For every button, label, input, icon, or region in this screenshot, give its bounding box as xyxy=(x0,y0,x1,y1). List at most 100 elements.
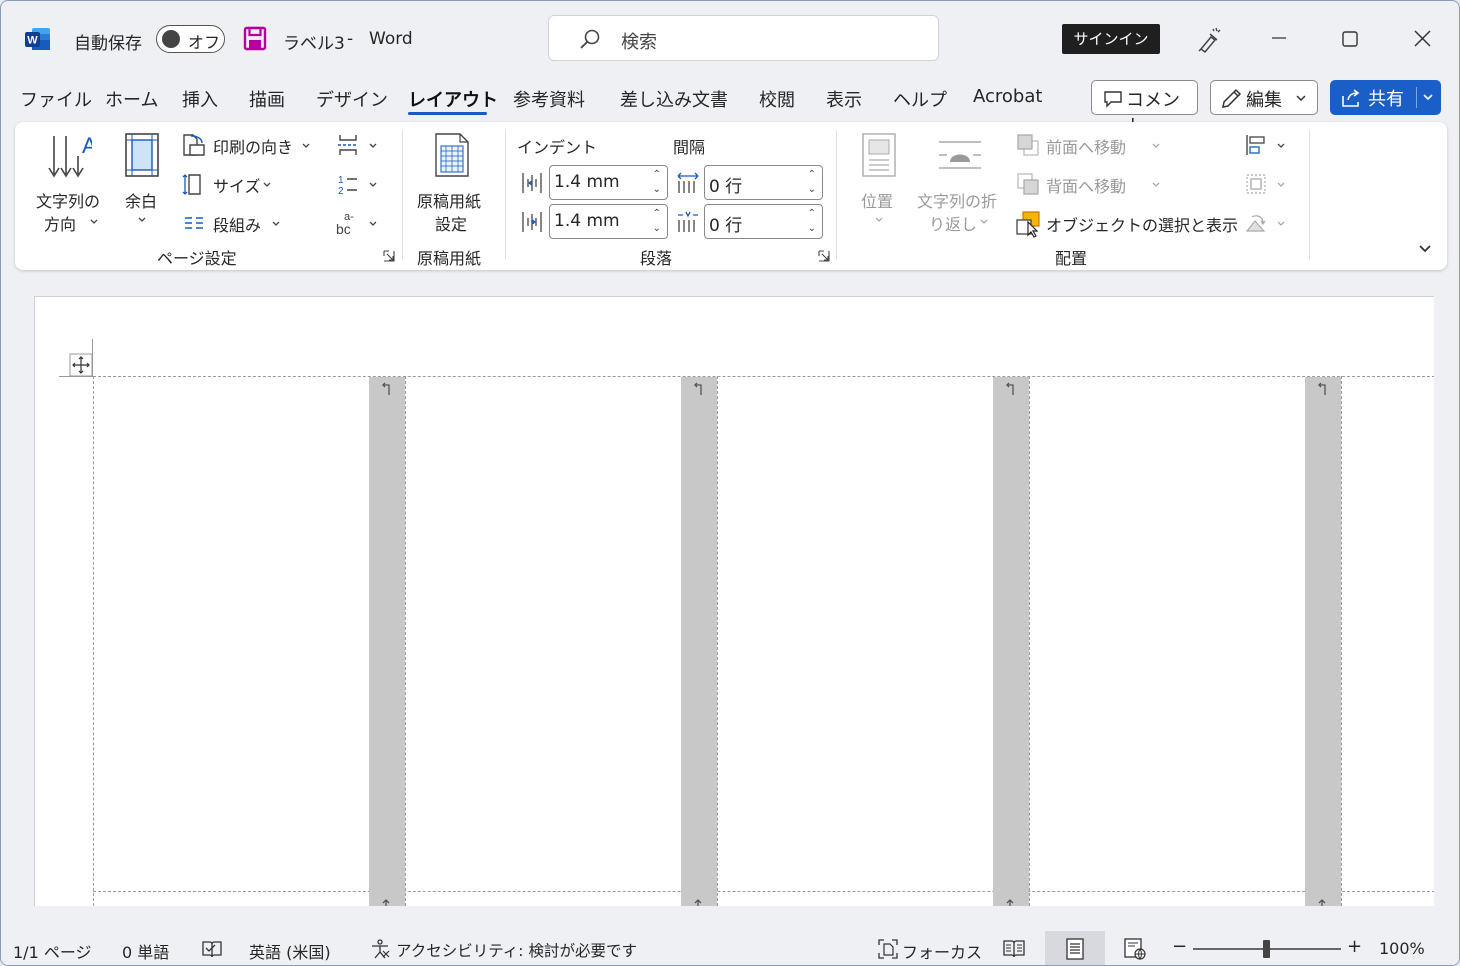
signin-button[interactable]: サインイン xyxy=(1062,24,1160,54)
wrap-text-button: 文字列の折 り返し xyxy=(915,128,1007,234)
size-button[interactable]: サイズ xyxy=(181,171,277,197)
genko-settings-button[interactable]: 原稿用紙 設定 xyxy=(413,128,493,234)
line-numbers-button[interactable]: 1 2 xyxy=(333,169,383,199)
table-move-handle-icon[interactable] xyxy=(69,353,93,377)
page-setup-dialog-launcher-icon[interactable] xyxy=(383,250,395,262)
zoom-out-button[interactable]: − xyxy=(1172,936,1187,957)
autosave-toggle[interactable]: オフ xyxy=(156,25,225,53)
chevron-down-icon xyxy=(272,221,280,226)
indent-right-input[interactable]: 1.4 mm ⌃ ⌄ xyxy=(549,204,668,239)
tab-layout[interactable]: レイアウト xyxy=(408,86,498,112)
title-bar: W 自動保存 オフ ラベル3 - Word 検索 サインイン xyxy=(1,1,1459,77)
group-separator xyxy=(505,130,506,260)
search-box[interactable]: 検索 xyxy=(548,15,939,61)
manuscript-paper-icon xyxy=(435,133,469,177)
tab-help[interactable]: ヘルプ xyxy=(893,86,947,112)
svg-text:A: A xyxy=(82,133,92,158)
zoom-slider-thumb[interactable] xyxy=(1263,940,1270,958)
chevron-down-icon xyxy=(263,182,271,187)
spacing-before-spinner-icon[interactable]: ⌃ ⌄ xyxy=(808,167,816,197)
table-gridline-left xyxy=(93,376,94,906)
tab-acrobat[interactable]: Acrobat xyxy=(973,86,1042,107)
proofing-book-icon[interactable] xyxy=(201,939,223,959)
maximize-icon[interactable] xyxy=(1341,30,1359,48)
spacing-before-input[interactable]: 0 行 ⌃ ⌄ xyxy=(704,165,823,200)
indent-label: インデント xyxy=(517,138,598,157)
comment-button[interactable]: コメント xyxy=(1091,80,1198,137)
bring-forward-label: 前面へ移動 xyxy=(1046,138,1127,157)
save-icon[interactable] xyxy=(243,26,267,51)
tab-view[interactable]: 表示 xyxy=(826,86,862,112)
page-count[interactable]: 1/1 ページ xyxy=(13,939,92,963)
spacing-after-spinner-icon[interactable]: ⌃ ⌄ xyxy=(808,206,816,236)
chevron-down-icon xyxy=(302,143,310,148)
read-mode-icon[interactable] xyxy=(1002,938,1026,960)
word-count[interactable]: 0 単語 xyxy=(122,939,169,963)
focus-button[interactable]: フォーカス xyxy=(902,939,982,963)
spacing-after-input[interactable]: 0 行 ⌃ ⌄ xyxy=(704,204,823,239)
accessibility-status[interactable]: アクセシビリティ: 検討が必要です xyxy=(396,939,637,961)
margins-button[interactable]: 余白 xyxy=(119,128,165,232)
tab-references[interactable]: 参考資料 xyxy=(513,86,585,112)
tab-home[interactable]: ホーム xyxy=(105,86,158,112)
text-direction-label-2: 方向 xyxy=(44,215,77,234)
chevron-down-icon xyxy=(1277,182,1285,187)
share-chevron-down-icon[interactable] xyxy=(1422,93,1434,102)
zoom-level[interactable]: 100% xyxy=(1379,939,1425,958)
group-separator xyxy=(402,130,403,260)
text-direction-button[interactable]: A 文字列の 方向 xyxy=(33,128,107,234)
focus-icon xyxy=(878,939,898,959)
share-split-divider xyxy=(1416,87,1417,108)
breaks-button[interactable] xyxy=(333,130,383,160)
align-button[interactable] xyxy=(1241,130,1291,160)
columns-button[interactable]: 段組み xyxy=(181,210,285,236)
chevron-down-icon xyxy=(1277,221,1285,226)
designer-wand-icon[interactable] xyxy=(1195,25,1223,53)
chevron-down-icon xyxy=(369,182,377,187)
paragraph-group-label: 段落 xyxy=(640,249,673,268)
tab-file[interactable]: ファイル xyxy=(20,86,92,112)
genko-group-label: 原稿用紙 xyxy=(417,249,482,268)
autosave-label: 自動保存 xyxy=(74,34,142,54)
edit-mode-button[interactable]: 編集 xyxy=(1210,80,1318,115)
ribbon-collapse-chevron-icon[interactable] xyxy=(1417,243,1433,255)
document-page[interactable] xyxy=(34,296,1434,906)
paragraph-dialog-launcher-icon[interactable] xyxy=(818,250,830,262)
close-icon[interactable] xyxy=(1413,29,1432,48)
indent-left-spinner-icon[interactable]: ⌃ ⌄ xyxy=(653,167,661,197)
wrap-text-icon xyxy=(939,141,981,169)
spacing-before-value: 0 行 xyxy=(709,177,743,197)
selection-pane-icon xyxy=(1016,211,1040,238)
label-gutter-column xyxy=(369,377,405,906)
tab-design[interactable]: デザイン xyxy=(316,86,388,112)
hyphenation-icon: a- bc xyxy=(336,211,354,237)
label-gutter-column xyxy=(1305,377,1341,906)
send-backward-icon xyxy=(1017,173,1039,195)
orientation-button[interactable]: 印刷の向き xyxy=(181,132,315,158)
chevron-down-icon xyxy=(369,143,377,148)
tab-review[interactable]: 校閲 xyxy=(759,86,795,112)
selection-pane-button[interactable]: オブジェクトの選択と表示 xyxy=(1015,210,1238,238)
ribbon-layout: A 文字列の 方向 余白 印刷の向き xyxy=(15,122,1447,270)
language-status[interactable]: 英語 (米国) xyxy=(249,939,331,963)
paragraph-mark-icon xyxy=(1006,382,1014,395)
tab-mailings[interactable]: 差し込み文書 xyxy=(620,86,728,112)
columns-icon xyxy=(185,217,203,229)
share-button[interactable]: 共有 xyxy=(1330,80,1441,115)
chevron-down-icon xyxy=(1152,143,1160,148)
spacing-after-value: 0 行 xyxy=(709,216,743,236)
tab-insert[interactable]: 挿入 xyxy=(182,86,218,112)
tab-draw[interactable]: 描画 xyxy=(249,86,285,112)
print-layout-button[interactable] xyxy=(1045,931,1105,965)
table-gridline xyxy=(717,376,718,906)
align-icon xyxy=(1246,135,1265,155)
group-separator xyxy=(1309,130,1310,260)
web-layout-icon[interactable] xyxy=(1123,937,1147,961)
svg-text:1: 1 xyxy=(338,175,344,186)
breaks-icon xyxy=(338,135,358,155)
minimize-icon[interactable] xyxy=(1270,31,1288,45)
hyphenation-button[interactable]: a- bc xyxy=(333,208,383,238)
indent-left-input[interactable]: 1.4 mm ⌃ ⌄ xyxy=(549,165,668,200)
zoom-in-button[interactable]: + xyxy=(1347,936,1362,957)
indent-right-spinner-icon[interactable]: ⌃ ⌄ xyxy=(653,206,661,236)
